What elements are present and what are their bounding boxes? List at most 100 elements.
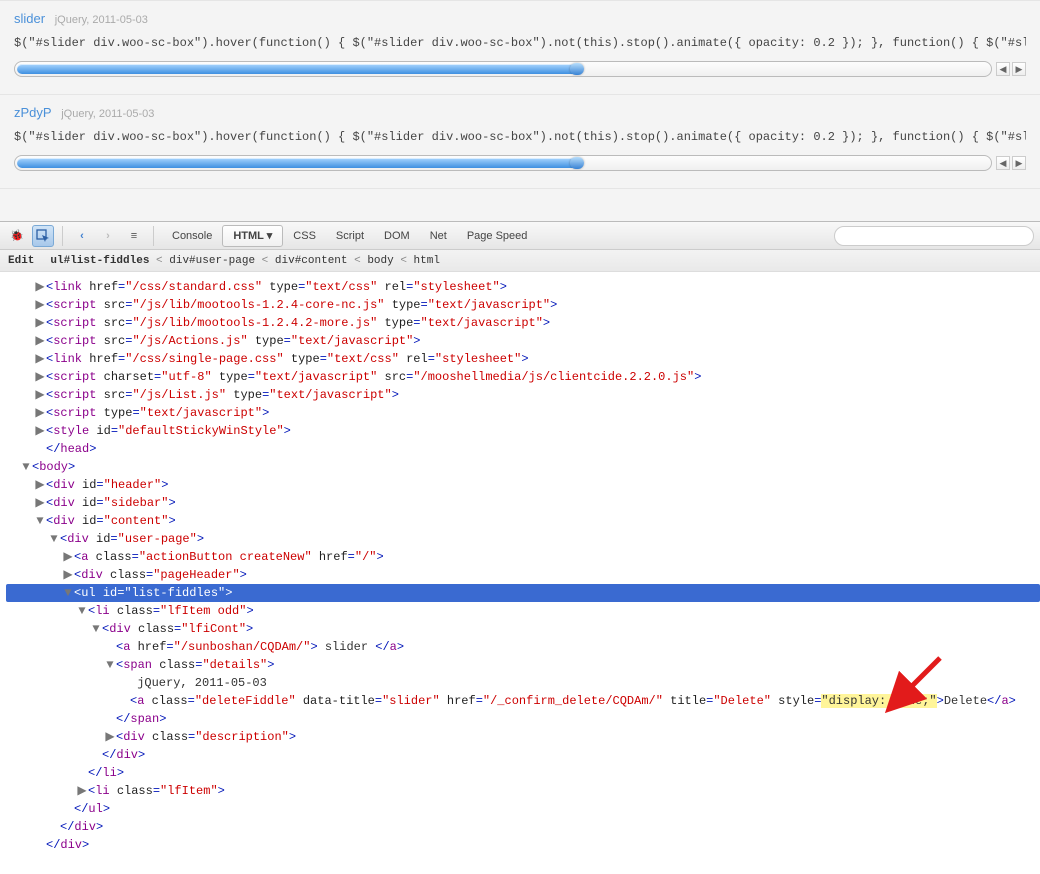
breadcrumb-item[interactable]: div#content bbox=[275, 255, 348, 267]
tab-script[interactable]: Script bbox=[326, 226, 374, 246]
content-gap bbox=[0, 189, 1040, 221]
tree-node[interactable]: ▶<script src="/js/List.js" type="text/ja… bbox=[6, 386, 1040, 404]
tree-node[interactable]: ▶</div> bbox=[6, 836, 1040, 854]
expand-icon[interactable]: ▶ bbox=[34, 422, 46, 440]
tree-node[interactable]: ▶<div class="pageHeader"> bbox=[6, 566, 1040, 584]
fiddle-meta: jQuery, 2011-05-03 bbox=[55, 14, 148, 26]
tree-node[interactable]: ▶</ul> bbox=[6, 800, 1040, 818]
tree-node[interactable]: ▶<div class="description"> bbox=[6, 728, 1040, 746]
fiddle-link[interactable]: zPdyP bbox=[14, 105, 52, 120]
slider[interactable]: ◀ ▶ bbox=[14, 58, 1026, 80]
tree-node[interactable]: ▶<script src="/js/lib/mootools-1.2.4.2-m… bbox=[6, 314, 1040, 332]
tree-node[interactable]: ▼<li class="lfItem odd"> bbox=[6, 602, 1040, 620]
slider-fill bbox=[17, 158, 583, 168]
devtools-toolbar: 🐞 ‹ › ≡ ConsoleHTML ▾CSSScriptDOMNetPage… bbox=[0, 222, 1040, 250]
expand-icon[interactable]: ▶ bbox=[34, 404, 46, 422]
tree-node[interactable]: ▶ jQuery, 2011-05-03 bbox=[6, 674, 1040, 692]
tree-node[interactable]: ▶<link href="/css/single-page.css" type=… bbox=[6, 350, 1040, 368]
fiddle-link[interactable]: slider bbox=[14, 11, 45, 26]
tree-node[interactable]: ▶<link href="/css/standard.css" type="te… bbox=[6, 278, 1040, 296]
expand-icon[interactable]: ▶ bbox=[76, 782, 88, 800]
expand-icon[interactable]: ▶ bbox=[62, 548, 74, 566]
slider-track[interactable] bbox=[14, 61, 992, 77]
tree-node[interactable]: ▼<div id="content"> bbox=[6, 512, 1040, 530]
html-tree[interactable]: ▶<link href="/css/standard.css" type="te… bbox=[0, 272, 1040, 874]
slider-right-icon[interactable]: ▶ bbox=[1012, 62, 1026, 76]
breadcrumb-item[interactable]: body bbox=[367, 255, 393, 267]
expand-icon[interactable]: ▶ bbox=[34, 296, 46, 314]
search-wrap: 🔍 bbox=[834, 226, 1034, 246]
tree-node[interactable]: ▶</span> bbox=[6, 710, 1040, 728]
devtools-panel: 🐞 ‹ › ≡ ConsoleHTML ▾CSSScriptDOMNetPage… bbox=[0, 221, 1040, 874]
collapse-icon[interactable]: ▼ bbox=[62, 584, 74, 602]
slider-fill bbox=[17, 64, 583, 74]
expand-icon[interactable]: ▶ bbox=[34, 476, 46, 494]
slider-left-icon[interactable]: ◀ bbox=[996, 156, 1010, 170]
expand-icon[interactable]: ▶ bbox=[34, 386, 46, 404]
tree-node[interactable]: ▶<a class="actionButton createNew" href=… bbox=[6, 548, 1040, 566]
expand-icon[interactable]: ▶ bbox=[34, 350, 46, 368]
collapse-icon[interactable]: ▼ bbox=[90, 620, 102, 638]
collapse-icon[interactable]: ▼ bbox=[76, 602, 88, 620]
expand-icon[interactable]: ▶ bbox=[34, 494, 46, 512]
tree-node[interactable]: ▼<div id="user-page"> bbox=[6, 530, 1040, 548]
tree-node[interactable]: ▶<div id="header"> bbox=[6, 476, 1040, 494]
expand-icon[interactable]: ▶ bbox=[34, 332, 46, 350]
tree-node[interactable]: ▶<script src="/js/lib/mootools-1.2.4-cor… bbox=[6, 296, 1040, 314]
tree-node[interactable]: ▶</div> bbox=[6, 818, 1040, 836]
tab-console[interactable]: Console bbox=[162, 226, 222, 246]
breadcrumb-item[interactable]: ul#list-fiddles bbox=[50, 255, 149, 267]
expand-icon[interactable]: ▶ bbox=[34, 368, 46, 386]
tree-node[interactable]: ▶<script src="/js/Actions.js" type="text… bbox=[6, 332, 1040, 350]
expand-icon[interactable]: ▶ bbox=[34, 278, 46, 296]
slider-arrows: ◀ ▶ bbox=[996, 62, 1026, 76]
tree-node[interactable]: ▶<li class="lfItem"> bbox=[6, 782, 1040, 800]
tree-node[interactable]: ▼<span class="details"> bbox=[6, 656, 1040, 674]
tab-css[interactable]: CSS bbox=[283, 226, 326, 246]
collapse-icon[interactable]: ▼ bbox=[34, 512, 46, 530]
collapse-icon[interactable]: ▼ bbox=[104, 656, 116, 674]
collapse-icon[interactable]: ▼ bbox=[48, 530, 60, 548]
tree-node[interactable]: ▶</div> bbox=[6, 746, 1040, 764]
fiddle-meta: jQuery, 2011-05-03 bbox=[61, 108, 154, 120]
tree-node[interactable]: ▼<div class="lfiCont"> bbox=[6, 620, 1040, 638]
tree-node[interactable]: ▼<body> bbox=[6, 458, 1040, 476]
tree-node[interactable]: ▶</li> bbox=[6, 764, 1040, 782]
tree-node[interactable]: ▶<script type="text/javascript"> bbox=[6, 404, 1040, 422]
fiddle-code: $("#slider div.woo-sc-box").hover(functi… bbox=[14, 126, 1026, 152]
fiddle-item: zPdyP jQuery, 2011-05-03 $("#slider div.… bbox=[0, 95, 1040, 189]
fiddle-code: $("#slider div.woo-sc-box").hover(functi… bbox=[14, 32, 1026, 58]
breadcrumb-item[interactable]: html bbox=[414, 255, 440, 267]
tab-html[interactable]: HTML ▾ bbox=[222, 225, 283, 247]
fiddle-title: slider jQuery, 2011-05-03 bbox=[14, 11, 1026, 26]
slider-left-icon[interactable]: ◀ bbox=[996, 62, 1010, 76]
back-icon[interactable]: ‹ bbox=[71, 225, 93, 247]
tab-dom[interactable]: DOM bbox=[374, 226, 420, 246]
tree-node[interactable]: ▶<script charset="utf-8" type="text/java… bbox=[6, 368, 1040, 386]
inspect-icon[interactable] bbox=[32, 225, 54, 247]
slider-arrows: ◀ ▶ bbox=[996, 156, 1026, 170]
lines-icon[interactable]: ≡ bbox=[123, 225, 145, 247]
collapse-icon[interactable]: ▼ bbox=[20, 458, 32, 476]
forward-icon[interactable]: › bbox=[97, 225, 119, 247]
tree-node[interactable]: ▶</head> bbox=[6, 440, 1040, 458]
fiddle-item: slider jQuery, 2011-05-03 $("#slider div… bbox=[0, 0, 1040, 95]
edit-button[interactable]: Edit bbox=[8, 255, 34, 267]
slider-track[interactable] bbox=[14, 155, 992, 171]
breadcrumb-item[interactable]: div#user-page bbox=[169, 255, 255, 267]
tree-node[interactable]: ▶<a class="deleteFiddle" data-title="sli… bbox=[6, 692, 1040, 710]
expand-icon[interactable]: ▶ bbox=[34, 314, 46, 332]
expand-icon[interactable]: ▶ bbox=[104, 728, 116, 746]
tree-node[interactable]: ▶<style id="defaultStickyWinStyle"> bbox=[6, 422, 1040, 440]
tab-net[interactable]: Net bbox=[420, 226, 457, 246]
slider[interactable]: ◀ ▶ bbox=[14, 152, 1026, 174]
firebug-icon[interactable]: 🐞 bbox=[6, 225, 28, 247]
breadcrumb: Edit ul#list-fiddles < div#user-page < d… bbox=[0, 250, 1040, 272]
expand-icon[interactable]: ▶ bbox=[62, 566, 74, 584]
tree-node[interactable]: ▼<ul id="list-fiddles"> bbox=[6, 584, 1040, 602]
slider-right-icon[interactable]: ▶ bbox=[1012, 156, 1026, 170]
tab-page-speed[interactable]: Page Speed bbox=[457, 226, 538, 246]
tree-node[interactable]: ▶<div id="sidebar"> bbox=[6, 494, 1040, 512]
search-input[interactable] bbox=[834, 226, 1034, 246]
tree-node[interactable]: ▶<a href="/sunboshan/CQDAm/"> slider </a… bbox=[6, 638, 1040, 656]
